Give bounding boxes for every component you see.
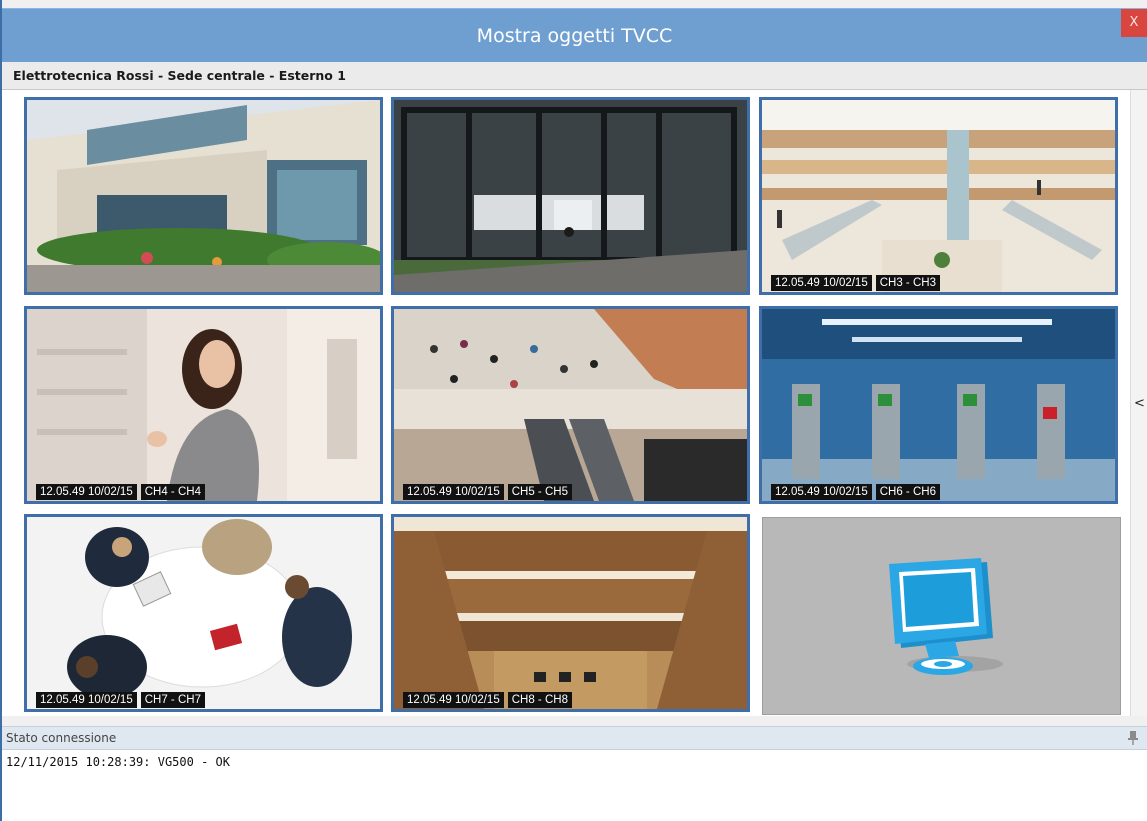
camera-grid: 12.05.49 10/02/15 CH3 - CH3 12.05.49 10/… [2, 90, 1130, 716]
camera-timestamp: 12.05.49 10/02/15 [403, 692, 504, 708]
camera-feed-library [394, 517, 747, 709]
camera-timestamp: 12.05.49 10/02/15 [36, 692, 137, 708]
connection-status-header: Stato connessione [2, 726, 1147, 750]
camera-overlay: 12.05.49 10/02/15 CH5 - CH5 [403, 484, 572, 500]
camera-timestamp: 12.05.49 10/02/15 [771, 275, 872, 291]
camera-overlay: 12.05.49 10/02/15 CH4 - CH4 [36, 484, 205, 500]
connection-status-title: Stato connessione [6, 731, 117, 745]
side-panel-strip: < [1130, 90, 1147, 716]
title-bar: Mostra oggetti TVCC X [2, 8, 1147, 62]
empty-camera-slot[interactable] [762, 517, 1121, 715]
camera-tile-7[interactable]: 12.05.49 10/02/15 CH7 - CH7 [24, 514, 383, 712]
camera-channel-label: CH4 - CH4 [140, 484, 205, 500]
camera-feed-turnstiles [762, 309, 1115, 501]
camera-channel-label: CH7 - CH7 [140, 692, 205, 708]
camera-timestamp: 12.05.49 10/02/15 [771, 484, 872, 500]
camera-feed-store [27, 309, 380, 501]
camera-timestamp: 12.05.49 10/02/15 [36, 484, 137, 500]
camera-tile-2[interactable] [391, 97, 750, 295]
camera-overlay: 12.05.49 10/02/15 CH8 - CH8 [403, 692, 572, 708]
camera-tile-6[interactable]: 12.05.49 10/02/15 CH6 - CH6 [759, 306, 1118, 504]
camera-feed-warehouse [394, 100, 747, 292]
camera-timestamp: 12.05.49 10/02/15 [403, 484, 504, 500]
camera-feed-meeting-room [27, 517, 380, 709]
monitor-icon [889, 558, 1003, 675]
camera-channel-label: CH3 - CH3 [875, 275, 940, 291]
camera-overlay: 12.05.49 10/02/15 CH3 - CH3 [771, 275, 940, 291]
camera-overlay: 12.05.49 10/02/15 CH6 - CH6 [771, 484, 940, 500]
camera-feed-escalators [394, 309, 747, 501]
camera-tile-5[interactable]: 12.05.49 10/02/15 CH5 - CH5 [391, 306, 750, 504]
camera-overlay: 12.05.49 10/02/15 CH7 - CH7 [36, 692, 205, 708]
expand-panel-button[interactable]: < [1131, 394, 1147, 414]
camera-tile-4[interactable]: 12.05.49 10/02/15 CH4 - CH4 [24, 306, 383, 504]
camera-feed-building [27, 100, 380, 292]
camera-tile-3[interactable]: 12.05.49 10/02/15 CH3 - CH3 [759, 97, 1118, 295]
camera-channel-label: CH8 - CH8 [507, 692, 572, 708]
window-title: Mostra oggetti TVCC [476, 25, 673, 47]
breadcrumb: Elettrotecnica Rossi - Sede centrale - E… [2, 62, 1147, 90]
camera-tile-8[interactable]: 12.05.49 10/02/15 CH8 - CH8 [391, 514, 750, 712]
cctv-window: Mostra oggetti TVCC X Elettrotecnica Ros… [0, 0, 1147, 821]
camera-channel-label: CH6 - CH6 [875, 484, 940, 500]
camera-channel-label: CH5 - CH5 [507, 484, 572, 500]
close-button[interactable]: X [1121, 9, 1147, 37]
connection-log: 12/11/2015 10:28:39: VG500 - OK [2, 750, 1147, 821]
camera-feed-mall-atrium [762, 100, 1115, 292]
log-line: 12/11/2015 10:28:39: VG500 - OK [6, 755, 230, 769]
pin-icon[interactable] [1127, 730, 1139, 746]
camera-tile-1[interactable] [24, 97, 383, 295]
